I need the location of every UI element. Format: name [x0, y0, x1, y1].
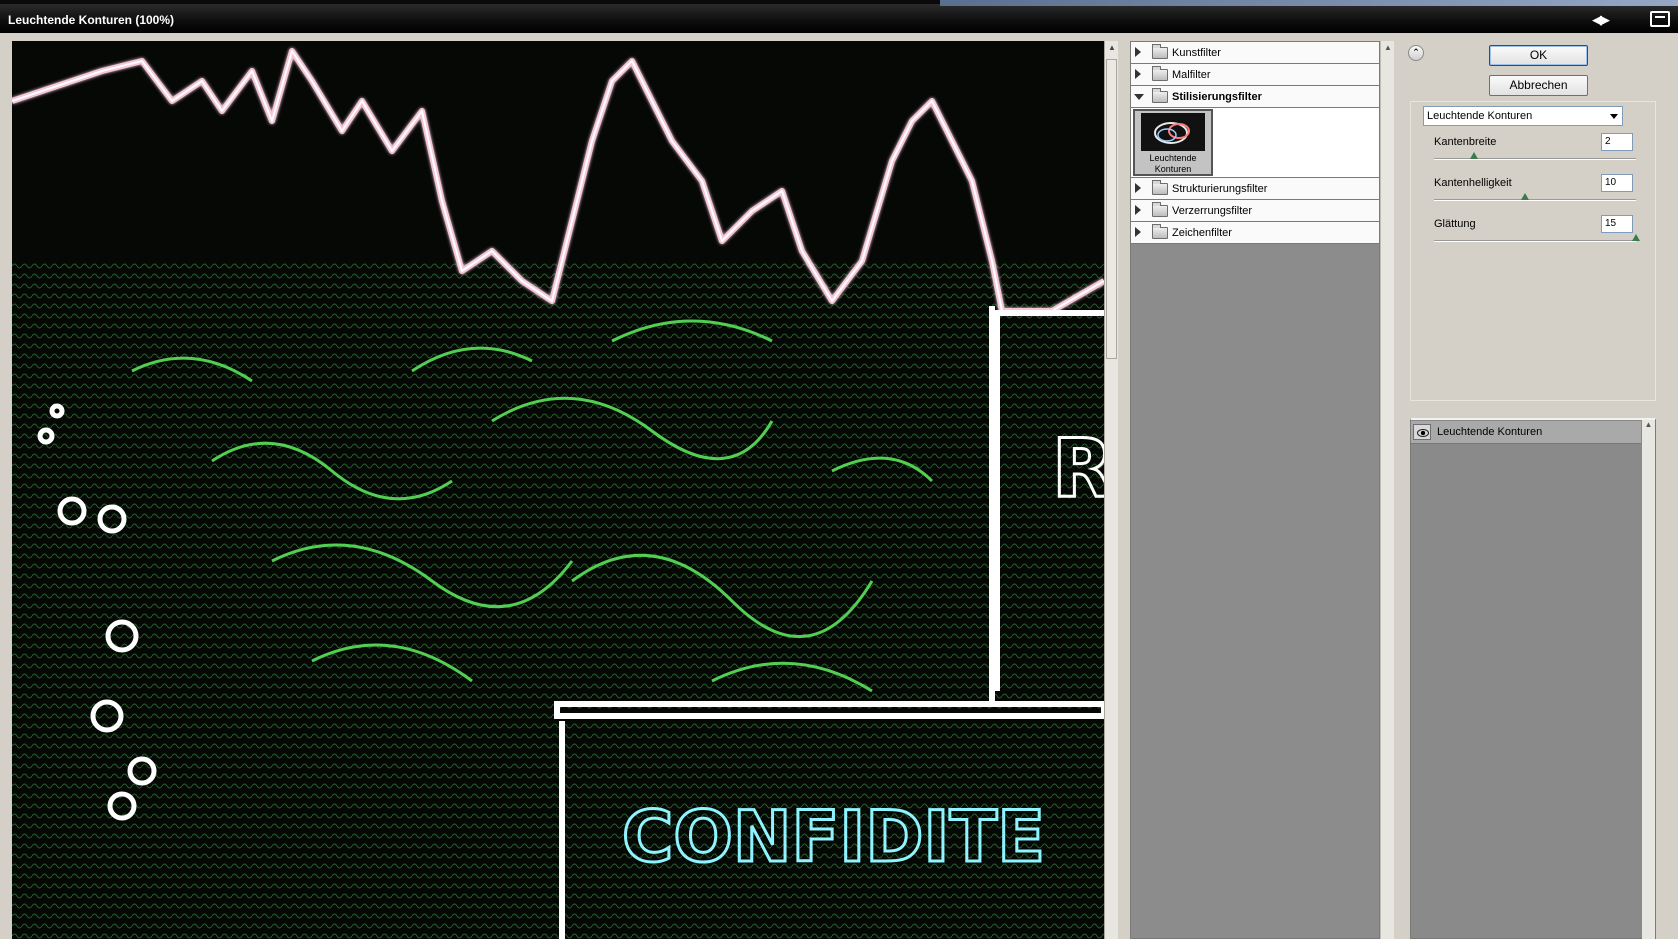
- folder-icon: [1152, 66, 1168, 81]
- category-verzerrungsfilter[interactable]: Verzerrungsfilter: [1131, 200, 1379, 222]
- expand-arrow-icon[interactable]: [1135, 227, 1141, 237]
- effect-layer-label: Leuchtende Konturen: [1437, 426, 1543, 438]
- kantenbreite-slider[interactable]: [1434, 158, 1636, 160]
- category-label: Zeichenfilter: [1172, 227, 1232, 239]
- kantenhelligkeit-slider[interactable]: [1434, 199, 1636, 201]
- kantenbreite-slider-thumb[interactable]: [1470, 152, 1479, 159]
- category-zeichenfilter[interactable]: Zeichenfilter: [1131, 222, 1379, 244]
- category-stilisierungsfilter[interactable]: Stilisierungsfilter: [1131, 86, 1379, 108]
- scroll-up-icon[interactable]: ▲: [1381, 41, 1395, 55]
- filter-gallery: Kunstfilter Malfilter Stilisierungsfilte…: [1130, 41, 1380, 939]
- category-label: Strukturierungsfilter: [1172, 183, 1268, 195]
- filter-select-value: Leuchtende Konturen: [1427, 110, 1533, 122]
- folder-icon: [1152, 224, 1168, 239]
- kantenbreite-input[interactable]: 2: [1601, 133, 1633, 151]
- title-bar: Leuchtende Konturen (100%) ◀▶: [0, 0, 1678, 33]
- category-label: Verzerrungsfilter: [1172, 205, 1253, 217]
- expand-arrow-icon[interactable]: [1135, 205, 1141, 215]
- folder-icon: [1152, 180, 1168, 195]
- collapse-gallery-icon[interactable]: ⌃: [1408, 45, 1424, 61]
- category-malfilter[interactable]: Malfilter: [1131, 64, 1379, 86]
- category-label: Stilisierungsfilter: [1172, 91, 1262, 103]
- chevron-down-icon[interactable]: [1610, 114, 1618, 119]
- filter-thumb-leuchtende-konturen[interactable]: Leuchtende Konturen: [1133, 109, 1213, 176]
- effect-layer-row[interactable]: Leuchtende Konturen: [1411, 421, 1641, 444]
- glaettung-slider-thumb[interactable]: [1632, 234, 1640, 241]
- category-label: Malfilter: [1172, 69, 1211, 81]
- preview-image: R CONFIDITE: [12, 41, 1104, 939]
- param-label-glaettung: Glättung: [1434, 218, 1476, 230]
- category-label: Kunstfilter: [1172, 47, 1221, 59]
- nav-arrows-icon[interactable]: ◀▶: [1592, 12, 1610, 28]
- filter-select[interactable]: Leuchtende Konturen: [1423, 106, 1623, 126]
- folder-open-icon: [1152, 88, 1168, 103]
- window-title: Leuchtende Konturen (100%): [8, 13, 175, 27]
- filter-thumbnails: Leuchtende Konturen: [1131, 108, 1379, 178]
- kantenhelligkeit-input[interactable]: 10: [1601, 174, 1633, 192]
- category-strukturierungsfilter[interactable]: Strukturierungsfilter: [1131, 178, 1379, 200]
- scroll-up-icon[interactable]: ▲: [1105, 41, 1119, 55]
- kantenhelligkeit-slider-thumb[interactable]: [1520, 193, 1529, 200]
- title-bar-accent: [940, 0, 1678, 6]
- filter-thumb-image: [1141, 113, 1205, 151]
- dialog-body: R CONFIDITE ▲ Kunstfilter Malfilter Stil…: [0, 33, 1678, 939]
- collapse-arrow-icon[interactable]: [1134, 94, 1144, 100]
- expand-arrow-icon[interactable]: [1135, 69, 1141, 79]
- ok-button[interactable]: OK: [1489, 45, 1588, 66]
- eye-icon[interactable]: [1413, 424, 1431, 440]
- glaettung-input[interactable]: 15: [1601, 215, 1633, 233]
- param-label-kantenhelligkeit: Kantenhelligkeit: [1434, 177, 1512, 189]
- preview-sign-text: CONFIDITE: [622, 796, 1045, 878]
- folder-icon: [1152, 202, 1168, 217]
- svg-text:R: R: [1052, 422, 1104, 515]
- category-kunstfilter[interactable]: Kunstfilter: [1131, 42, 1379, 64]
- expand-arrow-icon[interactable]: [1135, 47, 1141, 57]
- effect-layers-panel: Leuchtende Konturen ▲: [1410, 418, 1656, 939]
- layers-scrollbar[interactable]: ▲: [1642, 420, 1655, 939]
- expand-arrow-icon[interactable]: [1135, 183, 1141, 193]
- gallery-scrollbar[interactable]: ▲: [1380, 41, 1394, 939]
- preview-canvas[interactable]: R CONFIDITE: [12, 41, 1104, 939]
- scroll-up-icon[interactable]: ▲: [1642, 420, 1655, 429]
- param-label-kantenbreite: Kantenbreite: [1434, 136, 1497, 148]
- preview-scroll-thumb[interactable]: [1106, 59, 1117, 359]
- folder-icon: [1152, 44, 1168, 59]
- filter-thumb-label: Leuchtende Konturen: [1149, 153, 1197, 174]
- cancel-button[interactable]: Abbrechen: [1489, 75, 1588, 96]
- glaettung-slider[interactable]: [1434, 240, 1636, 242]
- restore-window-icon[interactable]: [1650, 11, 1670, 27]
- preview-scrollbar[interactable]: ▲: [1104, 41, 1118, 939]
